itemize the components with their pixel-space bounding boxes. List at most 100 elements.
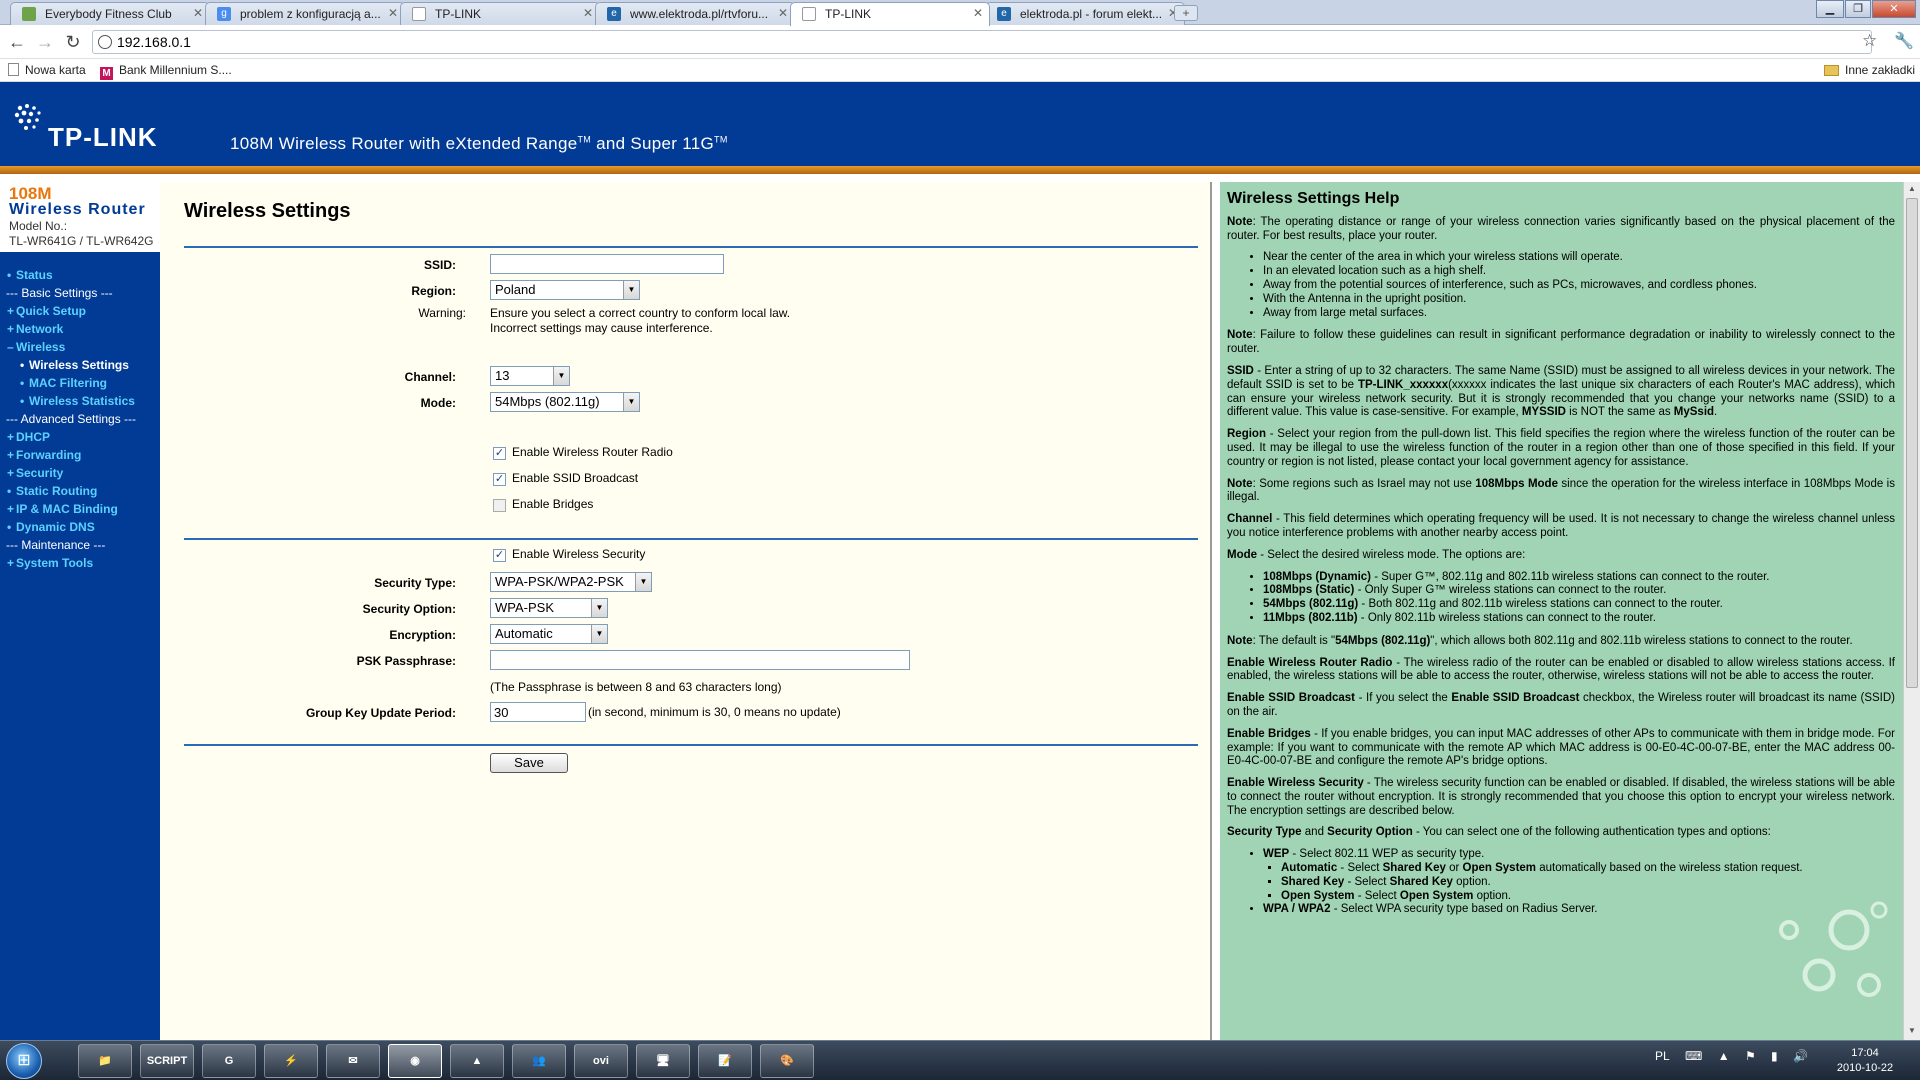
browser-tab-strip: Everybody Fitness Club ✕ g problem z kon… xyxy=(0,0,1920,26)
region-select[interactable]: Poland ▼ xyxy=(490,280,640,300)
menu-item-system-tools[interactable]: + System Tools xyxy=(0,554,160,572)
menu-item-wireless[interactable]: – Wireless xyxy=(0,338,160,356)
other-bookmarks[interactable]: Inne zakładki xyxy=(1824,63,1915,77)
page-icon xyxy=(22,7,36,21)
flag-icon[interactable]: ⚑ xyxy=(1745,1049,1756,1063)
psk-hint: (The Passphrase is between 8 and 63 char… xyxy=(490,680,782,694)
browser-tab-3[interactable]: TP-LINK ✕ xyxy=(400,2,600,25)
browser-tab-2[interactable]: g problem z konfiguracją a... ✕ xyxy=(205,2,405,25)
page-icon xyxy=(8,63,19,76)
menu-item-dynamic-dns[interactable]: • Dynamic DNS xyxy=(0,518,160,536)
network-icon[interactable]: ▮ xyxy=(1771,1049,1778,1063)
menu-item-status[interactable]: • Status xyxy=(0,266,160,284)
menu-item-forwarding[interactable]: + Forwarding xyxy=(0,446,160,464)
address-bar[interactable]: 192.168.0.1 xyxy=(92,30,1872,54)
enable-bridges-checkbox[interactable] xyxy=(493,499,506,512)
security-type-label: Security Type: xyxy=(374,576,456,590)
tab-title: www.elektroda.pl/rtvforu... xyxy=(630,7,769,21)
plus-icon: + xyxy=(7,322,15,336)
tray-expand-icon[interactable]: ▲ xyxy=(1718,1049,1730,1063)
network-app-icon[interactable]: ▲ xyxy=(450,1044,504,1078)
menu-item-static-routing[interactable]: • Static Routing xyxy=(0,482,160,500)
browser-tab-4[interactable]: e www.elektroda.pl/rtvforu... ✕ xyxy=(595,2,795,25)
windows-taskbar: ⊞ 📁 SCRIPT G ⚡ ✉ ◉ ▲ 👥 ovi 🖥 📝 🎨 PL ⌨ ▲ … xyxy=(0,1040,1920,1080)
region-label: Region: xyxy=(411,284,456,298)
tagline-mid: and Super 11G xyxy=(591,134,715,153)
menu-item-security[interactable]: + Security xyxy=(0,464,160,482)
wrench-icon[interactable]: 🔧 xyxy=(1894,31,1914,51)
bookmark-nowa-karta[interactable]: Nowa karta xyxy=(8,63,86,77)
folder-icon xyxy=(1824,65,1839,76)
trademark: TM xyxy=(714,134,728,145)
help-text: SSID - Enter a string of up to 32 charac… xyxy=(1227,364,1895,419)
group-key-update-input[interactable]: 30 xyxy=(490,702,586,722)
enable-radio-checkbox[interactable]: ✓ xyxy=(493,447,506,460)
save-button[interactable]: Save xyxy=(490,753,568,773)
help-list: 108Mbps (Dynamic) - Super G™, 802.11g an… xyxy=(1227,571,1895,626)
enable-ssid-broadcast-checkbox[interactable]: ✓ xyxy=(493,473,506,486)
menu-label: System Tools xyxy=(16,556,94,570)
notepad-icon[interactable]: 📝 xyxy=(698,1044,752,1078)
scroll-down-icon[interactable]: ▼ xyxy=(1906,1026,1918,1038)
clock[interactable]: 17:04 2010-10-22 xyxy=(1830,1046,1900,1076)
start-button[interactable]: ⊞ xyxy=(6,1043,42,1079)
close-icon[interactable]: ✕ xyxy=(778,6,788,20)
security-option-select[interactable]: WPA-PSK ▼ xyxy=(490,598,608,618)
menu-item-dhcp[interactable]: + DHCP xyxy=(0,428,160,446)
mode-select[interactable]: 54Mbps (802.11g) ▼ xyxy=(490,392,640,412)
psk-passphrase-input[interactable] xyxy=(490,650,910,670)
model-box: 108M Wireless Router Model No.: TL-WR641… xyxy=(0,182,160,252)
enable-security-label: Enable Wireless Security xyxy=(512,547,646,561)
browser-tab-1[interactable]: Everybody Fitness Club ✕ xyxy=(10,2,210,25)
group-key-update-label: Group Key Update Period: xyxy=(305,706,456,720)
router-menu: • Status --- Basic Settings --- + Quick Se… xyxy=(0,266,160,572)
ovi-icon[interactable]: ovi xyxy=(574,1044,628,1078)
psk-label: PSK Passphrase: xyxy=(356,654,456,668)
monitor-icon[interactable]: 🖥 xyxy=(636,1044,690,1078)
menu-item-wireless-statistics[interactable]: • Wireless Statistics xyxy=(0,392,160,410)
chrome-icon[interactable]: ◉ xyxy=(388,1044,442,1078)
help-scrollbar[interactable]: ▲ ▼ xyxy=(1903,182,1920,1040)
scroll-thumb[interactable] xyxy=(1906,198,1918,688)
encryption-select[interactable]: Automatic ▼ xyxy=(490,624,608,644)
browser-tab-6[interactable]: e elektroda.pl - forum elekt... ✕ xyxy=(985,2,1185,25)
explorer-icon[interactable]: 📁 xyxy=(78,1044,132,1078)
channel-select[interactable]: 13 ▼ xyxy=(490,366,570,386)
keyboard-icon[interactable]: ⌨ xyxy=(1685,1049,1702,1063)
google-icon: g xyxy=(217,7,231,21)
scroll-up-icon[interactable]: ▲ xyxy=(1906,184,1918,196)
menu-item-wireless-settings[interactable]: • Wireless Settings xyxy=(0,356,160,374)
menu-group-basic: --- Basic Settings --- xyxy=(6,286,113,300)
g-app-icon[interactable]: G xyxy=(202,1044,256,1078)
region-value: Poland xyxy=(495,282,536,297)
forward-arrow-icon[interactable]: → xyxy=(34,31,56,53)
bookmark-millennium[interactable]: M Bank Millennium S.... xyxy=(100,63,232,80)
browser-tab-5-active[interactable]: TP-LINK ✕ xyxy=(790,2,990,26)
winamp-icon[interactable]: ⚡ xyxy=(264,1044,318,1078)
minimize-button[interactable]: ▁ xyxy=(1816,0,1844,18)
people-icon[interactable]: 👥 xyxy=(512,1044,566,1078)
star-icon[interactable]: ☆ xyxy=(1862,31,1877,51)
window-close-button[interactable]: ✕ xyxy=(1872,0,1916,18)
enable-security-checkbox[interactable]: ✓ xyxy=(493,549,506,562)
menu-item-mac-filtering[interactable]: • MAC Filtering xyxy=(0,374,160,392)
millennium-icon: M xyxy=(100,67,113,80)
close-icon[interactable]: ✕ xyxy=(973,6,983,20)
menu-item-ip-mac-binding[interactable]: + IP & MAC Binding xyxy=(0,500,160,518)
close-icon[interactable]: ✕ xyxy=(193,6,203,20)
ssid-input[interactable] xyxy=(490,254,724,274)
volume-icon[interactable]: 🔊 xyxy=(1793,1049,1808,1063)
close-icon[interactable]: ✕ xyxy=(388,6,398,20)
maximize-button[interactable]: ❐ xyxy=(1845,0,1871,18)
menu-item-network[interactable]: + Network xyxy=(0,320,160,338)
back-arrow-icon[interactable]: ← xyxy=(6,31,28,53)
new-tab-button[interactable]: + xyxy=(1174,5,1198,21)
reload-icon[interactable]: ↻ xyxy=(62,31,84,53)
menu-item-quick-setup[interactable]: + Quick Setup xyxy=(0,302,160,320)
office-icon[interactable]: ✉ xyxy=(326,1044,380,1078)
language-indicator[interactable]: PL xyxy=(1655,1049,1670,1063)
paint-icon[interactable]: 🎨 xyxy=(760,1044,814,1078)
script-app-icon[interactable]: SCRIPT xyxy=(140,1044,194,1078)
close-icon[interactable]: ✕ xyxy=(583,6,593,20)
security-type-select[interactable]: WPA-PSK/WPA2-PSK ▼ xyxy=(490,572,652,592)
